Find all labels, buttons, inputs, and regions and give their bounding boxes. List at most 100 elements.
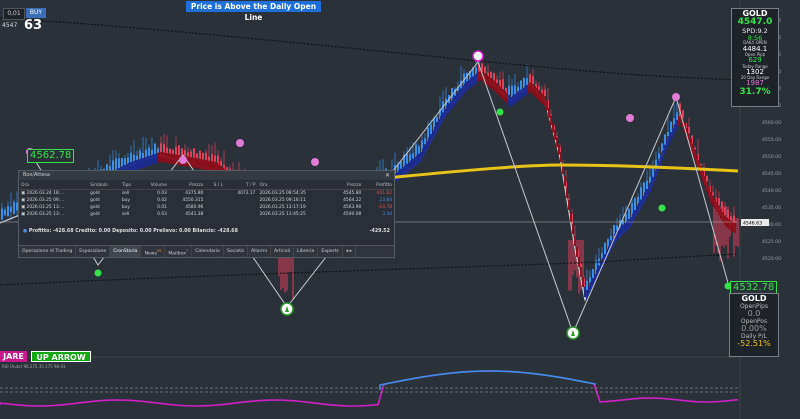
candle-body — [4, 209, 6, 216]
price-tick-label: 4535.00 — [762, 205, 781, 211]
pos-daily-pl: -52.51% — [737, 339, 771, 349]
trend-band-segment — [666, 140, 668, 150]
column-header[interactable]: Profitto — [363, 182, 394, 190]
tab-articoli[interactable]: Articoli — [271, 246, 295, 257]
trend-band-segment — [550, 115, 552, 126]
trend-band-segment — [678, 116, 680, 126]
trend-band-segment — [448, 103, 450, 114]
trend-band-segment — [692, 144, 694, 154]
column-header[interactable]: S / L — [205, 182, 226, 190]
trend-band-segment — [160, 152, 162, 162]
trend-band-segment — [460, 88, 462, 99]
trend-band-segment — [578, 257, 580, 267]
trend-band-segment — [442, 112, 444, 123]
trend-band-segment — [644, 192, 646, 203]
trend-band-segment — [708, 186, 710, 197]
up-arrow-button[interactable]: UP ARROW — [31, 351, 91, 362]
table-cell: 4550.315 — [182, 198, 204, 203]
table-cell — [225, 197, 257, 204]
close-icon[interactable]: ✕ — [385, 171, 390, 180]
lot-size-input[interactable]: 0,01 — [3, 8, 25, 20]
trend-band-segment — [672, 128, 674, 138]
table-row[interactable]: ▣ 2026.03.24 18:... gold sell 0.03 4375.80 40… — [19, 190, 394, 198]
table-cell: 0.03 — [157, 191, 167, 196]
column-header[interactable]: Prezzo — [168, 182, 206, 190]
trend-band-segment — [422, 148, 424, 159]
trend-band-segment — [664, 144, 666, 155]
tab-label: Calendario — [195, 249, 220, 254]
bid-price-small: 4547 — [2, 22, 18, 29]
table-row[interactable]: ▣ 2026.03.25 13:... gold buy 0.01 4580.96 202… — [19, 204, 394, 211]
trend-band-segment — [654, 171, 656, 182]
table-cell — [205, 204, 225, 211]
tab-esposizione[interactable]: Esposizione — [76, 246, 111, 257]
tab-scroll-arrows[interactable]: ◂ ▸ — [343, 246, 356, 257]
tab-operazione-di-trading[interactable]: Operazione di Trading — [19, 246, 77, 257]
table-cell: ▣ 2026.03.25 13:... — [21, 205, 65, 210]
buy-button[interactable]: BUY — [26, 8, 46, 18]
square-button[interactable]: JARE — [0, 351, 27, 362]
candle-body — [13, 201, 15, 215]
trend-band-segment — [670, 132, 672, 142]
trend-band-segment — [558, 144, 560, 155]
trend-band-segment — [436, 123, 438, 134]
current-price-tag-label: 4546.63 — [743, 221, 762, 227]
column-header[interactable]: Simbolo — [88, 182, 120, 190]
tab-societ-[interactable]: Società — [224, 246, 248, 257]
column-header[interactable]: T / P — [225, 182, 258, 190]
trend-band-segment — [572, 224, 574, 234]
tab-libreria[interactable]: Libreria — [294, 246, 319, 257]
trend-band-segment — [560, 152, 562, 162]
trade-history-table: Ora Simbolo Tipo Volume Prezzo S / LT / P Ora P… — [19, 182, 394, 218]
tab-label: Allarmi — [250, 249, 268, 254]
trend-band-segment — [530, 82, 532, 92]
trend-band-segment — [156, 153, 158, 164]
tab-experts[interactable]: Experts — [318, 246, 343, 257]
trend-band-segment — [140, 158, 142, 169]
trend-band-segment — [536, 88, 538, 98]
candle-body — [589, 277, 591, 283]
trend-band-segment — [534, 86, 536, 96]
price-tick-label: 4560.00 — [762, 120, 781, 126]
trend-band-segment — [642, 196, 644, 206]
column-header[interactable]: Ora — [19, 182, 89, 190]
table-cell: gold — [90, 198, 100, 203]
trend-band-segment — [554, 130, 556, 140]
column-header[interactable]: Volume — [139, 182, 169, 190]
status-banner: Price is Above the Daily Open Line — [186, 1, 321, 22]
trade-history-window[interactable]: Box/Attesa ✕ Ora Simbolo Tipo Volume Prezzo S… — [18, 170, 395, 258]
tab-calendario[interactable]: Calendario — [192, 246, 224, 257]
table-cell: -441.62 — [375, 191, 392, 196]
table-cell: 4580.96 — [185, 205, 204, 210]
column-header[interactable]: Ora — [257, 182, 331, 190]
tab-news[interactable]: News99 — [141, 246, 166, 257]
candle-body — [664, 134, 666, 146]
table-cell: 4375.80 — [185, 191, 204, 196]
tab-allarmi[interactable]: Allarmi — [248, 246, 272, 257]
trend-band-segment — [710, 192, 712, 202]
trend-band-segment — [638, 203, 640, 213]
table-cell: 2026.03.25 13:45:25 — [259, 212, 306, 217]
trend-band-segment — [172, 154, 174, 164]
trend-band-segment — [166, 153, 168, 163]
table-row[interactable]: ▣ 2026.03.25 09:... gold buy 0.02 4550.315 20… — [19, 197, 394, 204]
trend-band-segment — [538, 90, 540, 100]
candle-body — [592, 269, 594, 279]
tab-mailbox[interactable]: Mailbox7 — [165, 246, 193, 257]
tab-cronstoria[interactable]: CronStoria — [110, 246, 142, 257]
candle-body — [601, 253, 603, 259]
trend-band-segment — [522, 88, 524, 98]
table-cell: 23.84 — [379, 198, 392, 203]
column-header[interactable]: Prezzo — [330, 182, 364, 190]
trend-band-segment — [724, 215, 726, 226]
column-header[interactable]: Tipo — [119, 182, 140, 190]
table-row[interactable]: ▣ 2026.03.25 13:... gold sell 0.03 4541.38 20… — [19, 211, 394, 218]
trend-band-segment — [580, 267, 582, 277]
window-title[interactable]: Box/Attesa — [19, 171, 394, 180]
table-cell: buy — [121, 198, 130, 203]
trend-band-segment — [544, 96, 546, 106]
tab-badge: 7 — [185, 249, 189, 253]
table-cell: 0.01 — [157, 205, 167, 210]
trend-band-segment — [424, 144, 426, 155]
trend-band-segment — [438, 119, 440, 130]
